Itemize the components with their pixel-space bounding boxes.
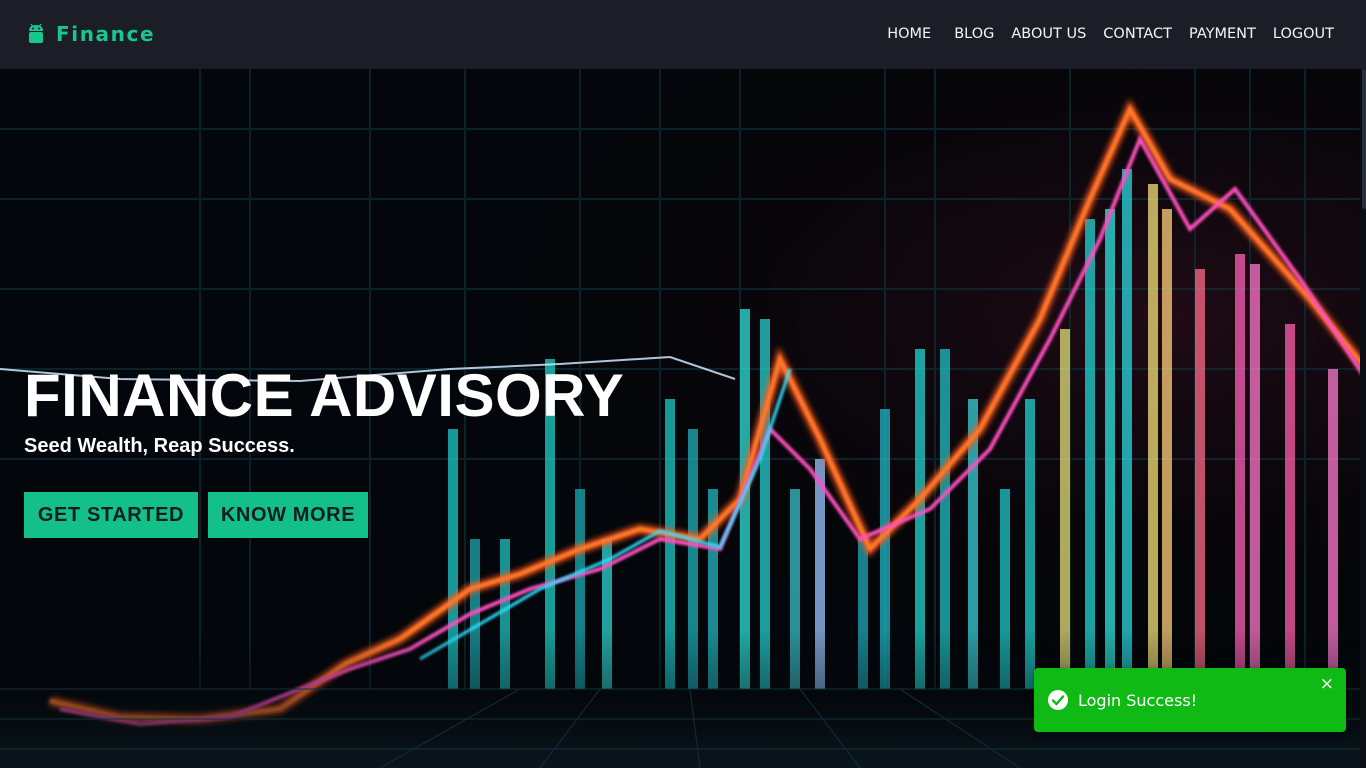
toast-message: Login Success! (1078, 691, 1198, 710)
nav-home[interactable]: HOME (887, 25, 931, 43)
nav-payment[interactable]: PAYMENT (1189, 25, 1256, 43)
background-bar (1105, 209, 1115, 689)
background-bar (1195, 269, 1205, 689)
nav-logout[interactable]: LOGOUT (1273, 25, 1334, 43)
scrollbar[interactable] (1360, 69, 1366, 768)
brand[interactable]: Finance (26, 22, 155, 46)
nav-about-us[interactable]: ABOUT US (1011, 25, 1086, 43)
background-bar (1085, 219, 1095, 689)
background-bar (1162, 209, 1172, 689)
background-bar (1122, 169, 1132, 689)
background-bar (1235, 254, 1245, 689)
main-nav: HOME BLOG ABOUT US CONTACT PAYMENT LOGOU… (887, 25, 1334, 43)
background-bar (1148, 184, 1158, 689)
scrollbar-thumb[interactable] (1362, 69, 1366, 209)
background-bar (1250, 264, 1260, 689)
hero-title: FINANCE ADVISORY (24, 362, 625, 429)
login-toast: Login Success! × (1034, 668, 1346, 732)
know-more-button[interactable]: KNOW MORE (208, 492, 368, 538)
close-icon[interactable]: × (1320, 674, 1334, 694)
check-circle-icon (1048, 690, 1068, 710)
nav-blog[interactable]: BLOG (954, 25, 994, 43)
get-started-button[interactable]: GET STARTED (24, 492, 198, 538)
top-navbar: Finance HOME BLOG ABOUT US CONTACT PAYME… (0, 0, 1366, 69)
nav-contact[interactable]: CONTACT (1103, 25, 1172, 43)
hero-subtitle: Seed Wealth, Reap Success. (24, 435, 295, 457)
hero-section: FINANCE ADVISORY Seed Wealth, Reap Succe… (0, 69, 1366, 768)
brand-name: Finance (56, 22, 156, 46)
android-icon (29, 23, 43, 43)
